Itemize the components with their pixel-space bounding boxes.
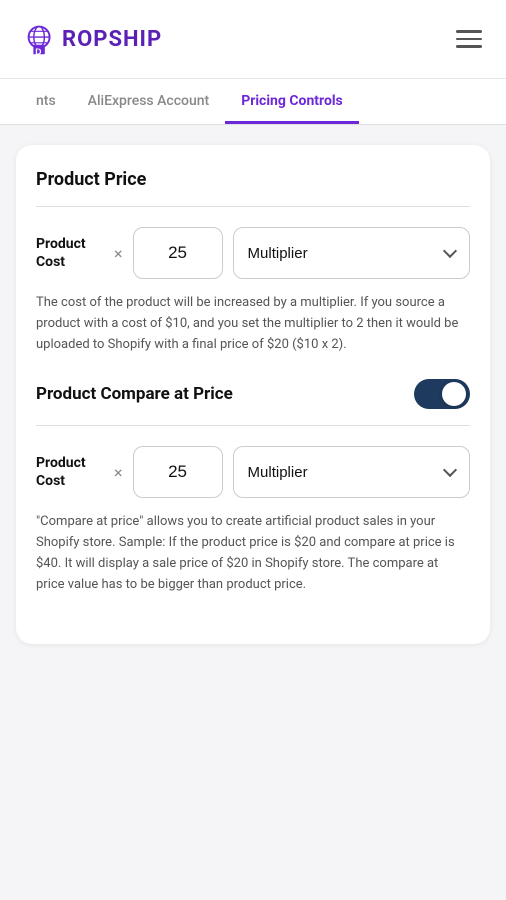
product-price-title: Product Price [36,169,470,190]
logo: D ROPSHIP [20,18,162,60]
compare-price-toggle-row: Product Compare at Price [36,379,470,409]
hamburger-menu[interactable] [452,26,486,52]
svg-text:D: D [35,46,41,56]
product-cost-input[interactable] [133,227,223,279]
product-cost-row: Product Cost × Multiplier [36,227,470,279]
compare-cost-input[interactable] [133,446,223,498]
toggle-track [414,379,470,409]
compare-multiplier-dropdown[interactable]: Multiplier [233,446,470,498]
logo-text: ROPSHIP [62,27,162,52]
compare-cost-label: Product Cost [36,454,104,490]
hamburger-line-1 [456,30,482,33]
tab-pricing-controls[interactable]: Pricing Controls [225,79,359,124]
compare-cost-row: Product Cost × Multiplier [36,446,470,498]
product-cost-label: Product Cost [36,235,104,271]
compare-price-description: "Compare at price" allows you to create … [36,512,470,595]
product-price-section: Product Price Product Cost × Multiplier … [36,169,470,355]
divider-2 [36,425,470,426]
compare-price-section: Product Compare at Price Product Cost × [36,379,470,595]
pricing-card: Product Price Product Cost × Multiplier … [16,145,490,644]
tabs-nav: nts AliExpress Account Pricing Controls [0,79,506,125]
divider-1 [36,206,470,207]
multiplier-dropdown[interactable]: Multiplier [233,227,470,279]
chevron-down-icon-2 [443,463,457,477]
chevron-down-icon [443,244,457,258]
app-header: D ROPSHIP [0,0,506,79]
hamburger-line-3 [456,45,482,48]
product-price-description: The cost of the product will be increase… [36,293,470,355]
hamburger-line-2 [456,38,482,41]
logo-icon: D [20,18,62,60]
compare-price-label: Product Compare at Price [36,384,233,404]
toggle-thumb [442,382,466,406]
compare-price-toggle[interactable] [414,379,470,409]
multiply-icon-2: × [114,463,123,482]
multiply-icon-1: × [114,244,123,263]
tab-nts[interactable]: nts [20,79,72,124]
main-content: Product Price Product Cost × Multiplier … [0,125,506,664]
tab-aliexpress[interactable]: AliExpress Account [72,79,226,124]
